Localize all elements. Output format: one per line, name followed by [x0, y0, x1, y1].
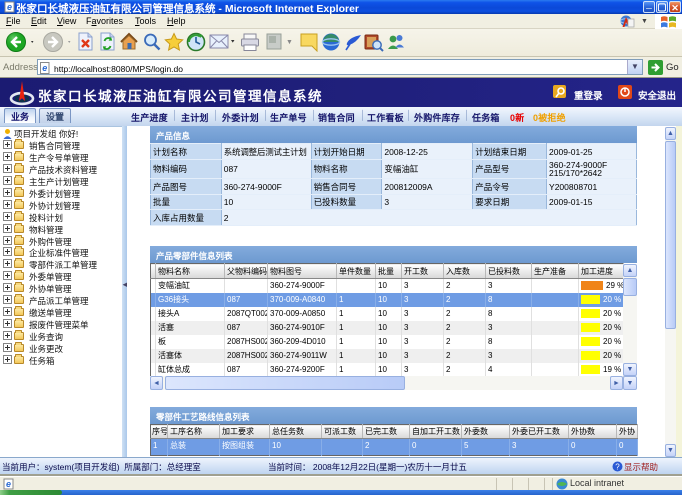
- svg-text:?: ?: [615, 463, 620, 472]
- svg-text:e: e: [7, 2, 12, 12]
- svg-text:e: e: [6, 479, 11, 489]
- svg-text:e: e: [42, 63, 47, 73]
